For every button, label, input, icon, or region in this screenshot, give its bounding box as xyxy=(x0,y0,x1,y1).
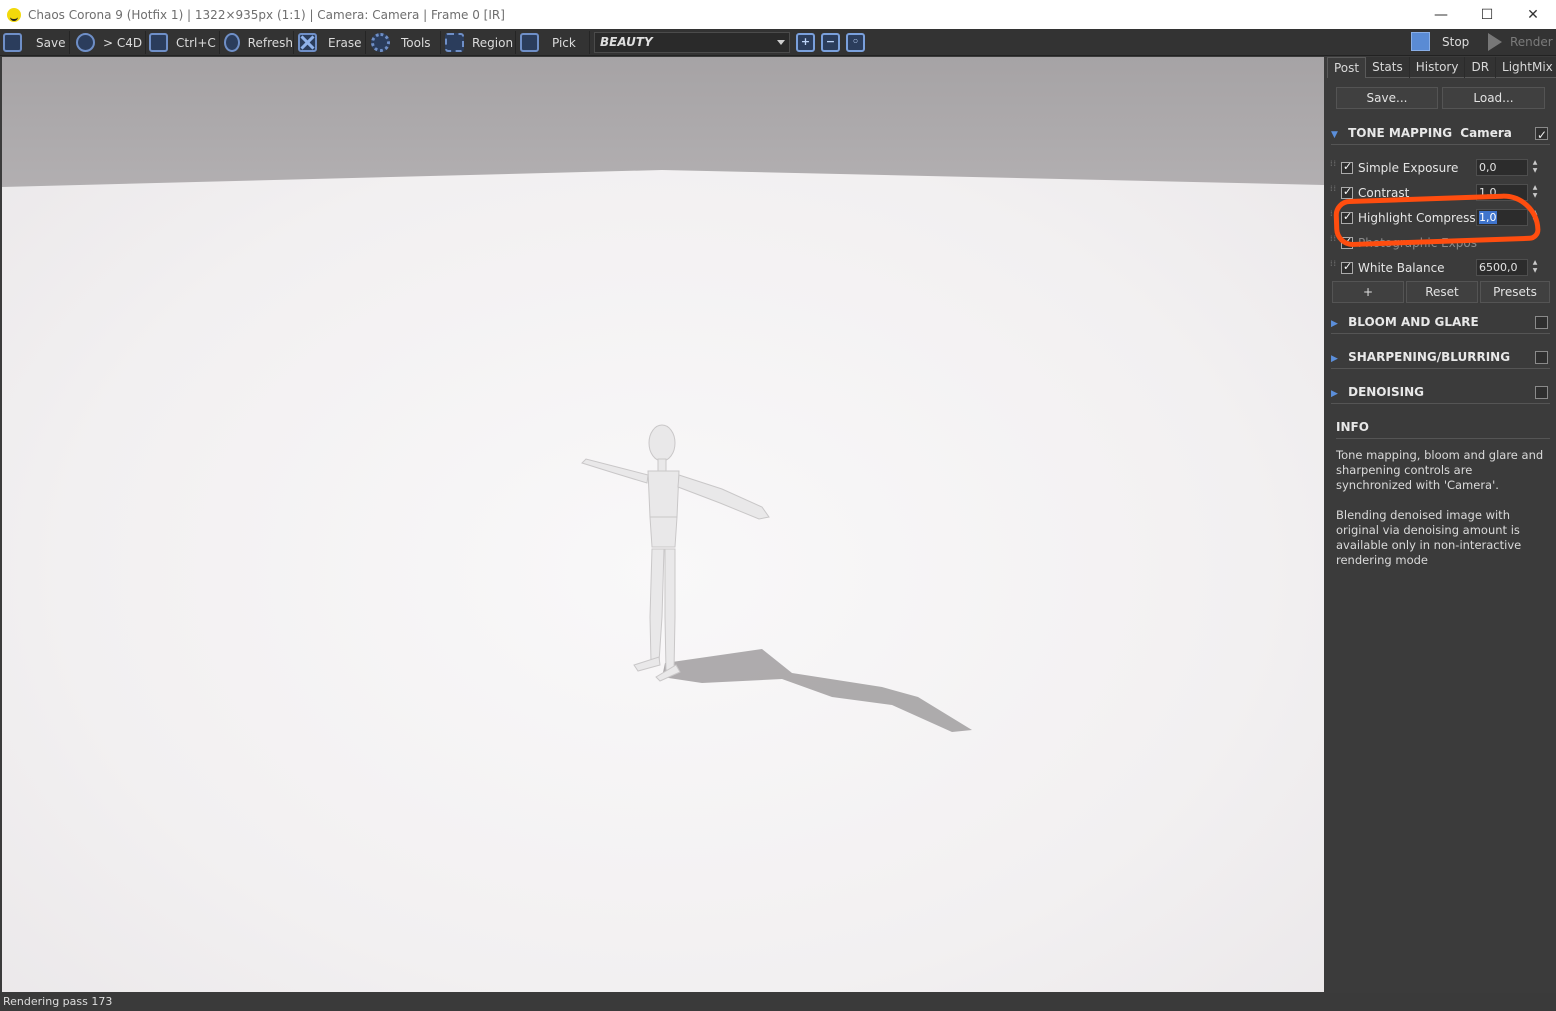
region-label: Region xyxy=(472,35,514,50)
zoom-out-icon[interactable]: − xyxy=(821,33,840,52)
sharpening-blurring-header[interactable]: ▶ SHARPENING/BLURRING xyxy=(1331,347,1550,369)
sharpening-enable-checkbox[interactable] xyxy=(1535,351,1548,364)
toolbar: Save > C4D Ctrl+C Refresh Erase Tools Re… xyxy=(0,29,1556,56)
tools-label: Tools xyxy=(401,35,431,50)
copy-label: Ctrl+C xyxy=(176,35,216,50)
bloom-glare-header[interactable]: ▶ BLOOM AND GLARE xyxy=(1331,312,1550,334)
render-viewport[interactable] xyxy=(2,57,1324,992)
tab-stats[interactable]: Stats xyxy=(1366,57,1410,78)
reset-button[interactable]: Reset xyxy=(1406,281,1478,303)
refresh-icon xyxy=(224,33,240,52)
channel-select[interactable]: BEAUTY xyxy=(594,32,790,53)
stop-icon[interactable] xyxy=(1411,32,1430,51)
tone-mapping-title: TONE MAPPING xyxy=(1348,126,1453,140)
bloom-glare-enable-checkbox[interactable] xyxy=(1535,316,1548,329)
region-icon xyxy=(445,33,464,52)
copy-button[interactable]: Ctrl+C xyxy=(149,31,220,54)
stop-button[interactable]: Stop xyxy=(1442,35,1469,49)
render-play-icon xyxy=(1488,33,1502,51)
section-title: DENOISING xyxy=(1348,385,1424,399)
white-balance-checkbox[interactable] xyxy=(1341,260,1353,274)
chevron-down-icon xyxy=(777,40,785,45)
zoom-fit-icon[interactable]: ◦ xyxy=(846,33,865,52)
load-preset-button[interactable]: Load... xyxy=(1442,87,1545,109)
section-title: BLOOM AND GLARE xyxy=(1348,315,1479,329)
minimize-button[interactable]: — xyxy=(1418,0,1464,29)
spinner-icon[interactable]: ▲ ▼ xyxy=(1530,159,1540,176)
drag-handle-icon[interactable]: ⁞⁞ xyxy=(1330,260,1336,274)
erase-button[interactable]: Erase xyxy=(298,31,366,54)
denoising-header[interactable]: ▶ DENOISING xyxy=(1331,382,1550,404)
save-icon xyxy=(3,33,22,52)
close-button[interactable]: ✕ xyxy=(1510,0,1556,29)
refresh-button[interactable]: Refresh xyxy=(224,31,294,54)
presets-button[interactable]: Presets xyxy=(1480,281,1550,303)
annotation-circle xyxy=(1333,192,1541,248)
expand-right-icon: ▶ xyxy=(1331,389,1338,399)
c4d-label: > C4D xyxy=(103,35,143,50)
drag-handle-icon[interactable]: ⁞⁞ xyxy=(1330,160,1336,174)
zoom-in-icon[interactable]: + xyxy=(796,33,815,52)
denoising-enable-checkbox[interactable] xyxy=(1535,386,1548,399)
render-image xyxy=(2,57,1324,992)
erase-label: Erase xyxy=(328,35,362,50)
pick-button[interactable]: Pick xyxy=(520,31,590,54)
copy-icon xyxy=(149,33,168,52)
channel-value: BEAUTY xyxy=(600,35,653,49)
section-title: SHARPENING/BLURRING xyxy=(1348,350,1511,364)
tab-dr[interactable]: DR xyxy=(1465,57,1497,78)
region-button[interactable]: Region xyxy=(445,31,516,54)
tone-mapping-source: Camera xyxy=(1460,126,1512,140)
window-title: Chaos Corona 9 (Hotfix 1) | 1322×935px (… xyxy=(28,7,505,22)
status-bar: Rendering pass 173 xyxy=(0,993,1556,1011)
tools-button[interactable]: Tools xyxy=(371,31,441,54)
maximize-button[interactable]: ☐ xyxy=(1464,0,1510,29)
expand-right-icon: ▶ xyxy=(1331,319,1338,329)
spinner-icon[interactable]: ▲ ▼ xyxy=(1530,259,1540,276)
pick-label: Pick xyxy=(552,35,576,50)
expand-right-icon: ▶ xyxy=(1331,354,1338,364)
info-header: INFO xyxy=(1336,417,1550,439)
tab-lightmix[interactable]: LightMix xyxy=(1496,57,1556,78)
white-balance-input[interactable]: 6500,0 xyxy=(1476,259,1528,276)
tone-mapping-enable-checkbox[interactable] xyxy=(1535,125,1548,145)
drag-handle-icon[interactable]: ⁞⁞ xyxy=(1330,185,1336,199)
contrast-checkbox[interactable] xyxy=(1341,185,1353,199)
save-preset-button[interactable]: Save... xyxy=(1336,87,1438,109)
c4d-icon xyxy=(76,33,95,52)
gear-icon xyxy=(371,33,390,52)
tab-post[interactable]: Post xyxy=(1327,57,1367,78)
add-operator-button[interactable]: + xyxy=(1332,281,1404,303)
panel-tabs: Post Stats History DR LightMix xyxy=(1327,57,1556,78)
info-text-denoise: Blending denoised image with original vi… xyxy=(1336,508,1522,567)
tab-history[interactable]: History xyxy=(1410,57,1466,78)
simple-exposure-input[interactable]: 0,0 xyxy=(1476,159,1528,176)
erase-icon xyxy=(298,33,317,52)
save-button[interactable]: Save xyxy=(3,31,70,54)
drag-handle-icon[interactable]: ⁞⁞ xyxy=(1330,235,1336,249)
save-label: Save xyxy=(36,35,66,50)
title-bar: Chaos Corona 9 (Hotfix 1) | 1322×935px (… xyxy=(0,0,1556,29)
render-button: Render xyxy=(1510,35,1553,49)
param-label: Simple Exposure xyxy=(1358,161,1459,175)
param-row-simple-exposure: ⁞⁞ Simple Exposure 0,0 ▲▼ xyxy=(1330,157,1548,179)
param-label: White Balance xyxy=(1358,261,1445,275)
refresh-label: Refresh xyxy=(247,35,293,50)
tone-mapping-header[interactable]: ▼ TONE MAPPING Camera xyxy=(1331,123,1550,145)
corona-logo-icon xyxy=(7,7,21,22)
param-row-white-balance: ⁞⁞ White Balance 6500,0 ▲▼ xyxy=(1330,257,1548,279)
spinner-icon[interactable]: ▲ ▼ xyxy=(1530,184,1540,201)
pick-hand-icon xyxy=(520,33,539,52)
c4d-button[interactable]: > C4D xyxy=(76,31,146,54)
expand-down-icon: ▼ xyxy=(1331,130,1338,140)
simple-exposure-checkbox[interactable] xyxy=(1341,160,1353,174)
info-text-sync: Tone mapping, bloom and glare and sharpe… xyxy=(1336,448,1544,492)
